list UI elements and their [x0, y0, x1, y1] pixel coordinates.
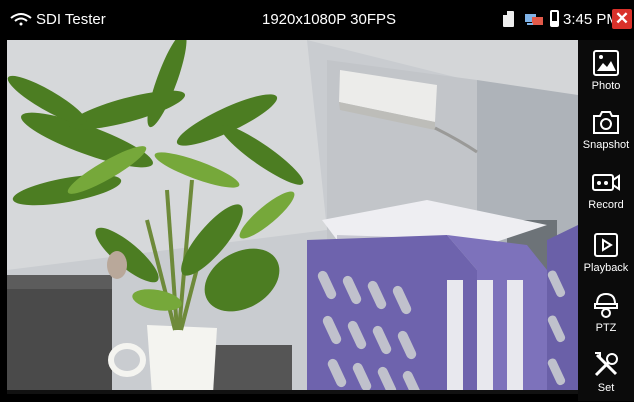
camera-image	[7, 40, 578, 394]
sidebar-item-label: Snapshot	[582, 139, 630, 151]
close-icon: ✕	[614, 9, 630, 28]
video-feed[interactable]	[7, 40, 578, 394]
app-title: SDI Tester	[36, 11, 106, 28]
play-icon	[594, 233, 618, 257]
sidebar-item-photo[interactable]: Photo	[578, 42, 634, 100]
sidebar-item-ptz[interactable]: PTZ	[578, 284, 634, 342]
sidebar-item-label: Playback	[583, 262, 629, 274]
close-button[interactable]: ✕	[612, 9, 632, 29]
sidebar-item-set[interactable]: Set	[578, 344, 634, 402]
ptz-camera-icon	[594, 292, 618, 318]
photo-icon	[593, 50, 619, 76]
status-bar: SDI Tester 1920x1080P 30FPS 3:45 PM ✕	[0, 0, 634, 40]
resolution-label: 1920x1080P 30FPS	[262, 11, 396, 28]
sidebar-item-label: Set	[597, 382, 615, 394]
wifi-icon	[10, 13, 32, 26]
sidebar-item-label: Photo	[591, 80, 621, 92]
sd-card-icon	[503, 11, 514, 27]
video-record-icon	[592, 174, 620, 191]
sidebar-item-snapshot[interactable]: Snapshot	[578, 101, 634, 159]
sidebar-item-label: Record	[588, 199, 624, 211]
sidebar-item-label: PTZ	[595, 322, 617, 334]
clock: 3:45 PM	[563, 11, 619, 28]
network-icon	[525, 14, 543, 25]
tools-icon	[594, 352, 618, 377]
battery-icon	[550, 10, 559, 27]
sidebar: Photo Snapshot Record Playback PTZ Set	[578, 40, 634, 401]
bottom-bar	[0, 394, 578, 401]
camera-icon	[593, 111, 619, 134]
sidebar-item-record[interactable]: Record	[578, 161, 634, 219]
sidebar-item-playback[interactable]: Playback	[578, 224, 634, 282]
